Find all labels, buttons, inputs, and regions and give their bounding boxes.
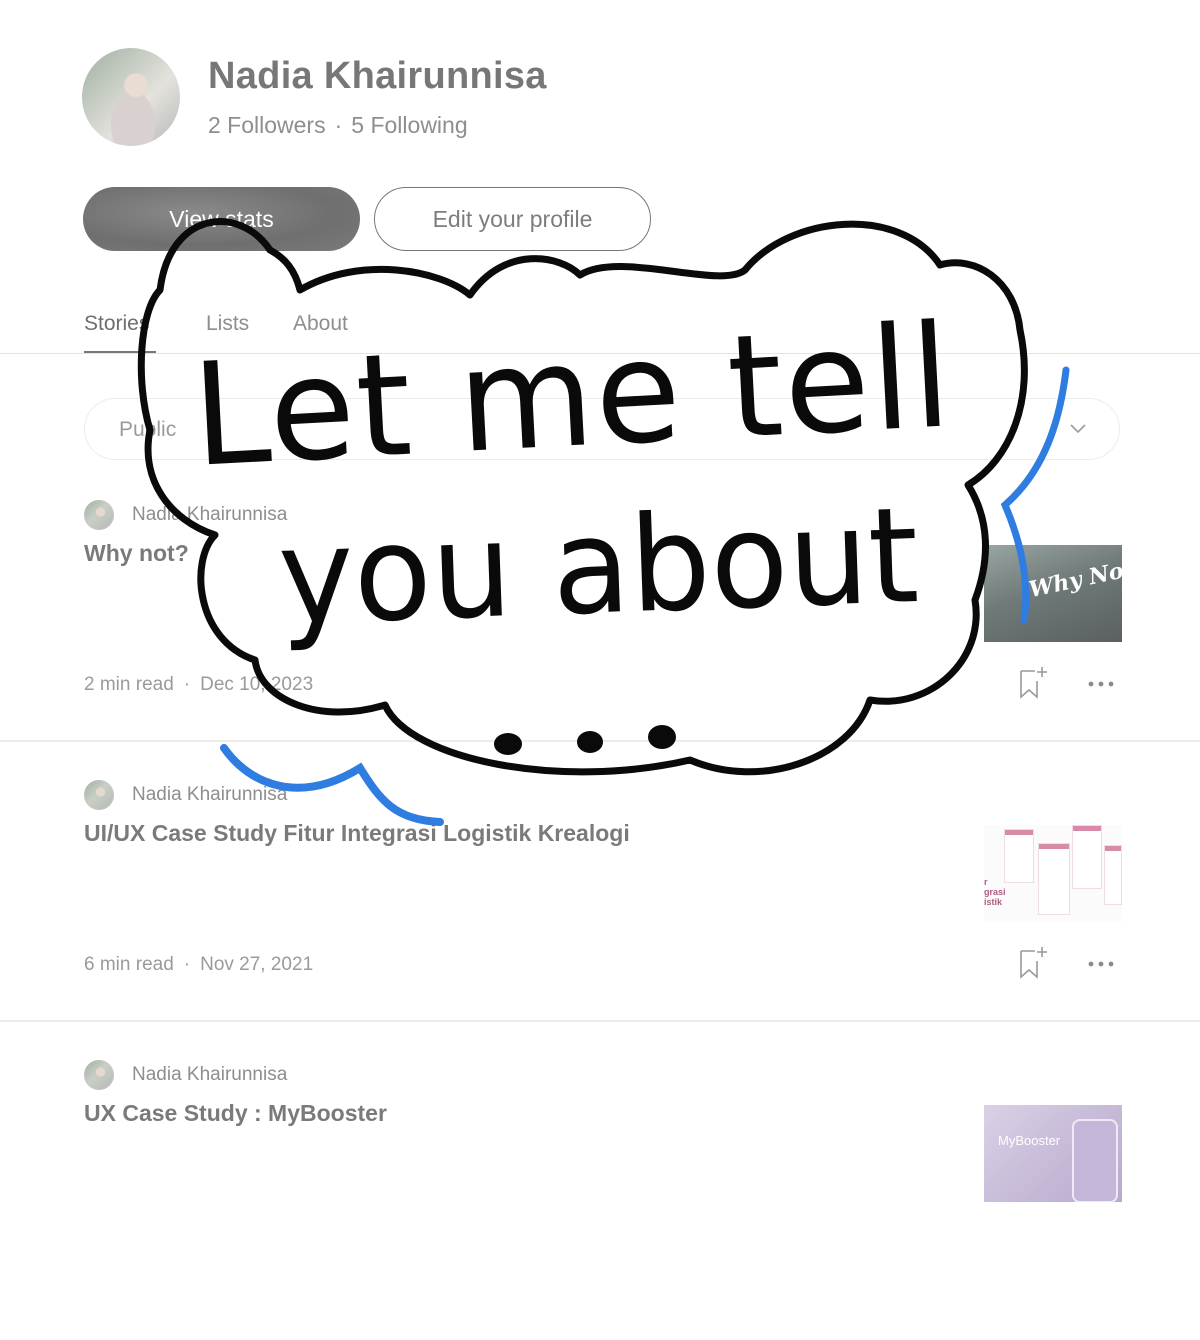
- tab-about[interactable]: About: [293, 312, 348, 336]
- follow-separator: ·: [334, 112, 343, 138]
- thumbnail-screen: [1104, 845, 1122, 905]
- thumbnail-text: r grasi istik: [984, 877, 1006, 907]
- story-title[interactable]: UI/UX Case Study Fitur Integrasi Logisti…: [84, 820, 630, 847]
- author-name: Nadia Khairunnisa: [132, 504, 288, 525]
- visibility-filter-dropdown[interactable]: Public: [84, 398, 1120, 460]
- story-thumbnail[interactable]: r grasi istik: [984, 825, 1122, 922]
- publish-date: Nov 27, 2021: [200, 954, 314, 975]
- chevron-down-icon: [1070, 424, 1086, 434]
- tab-stories[interactable]: Stories: [84, 312, 149, 336]
- story-card[interactable]: Nadia Khairunnisa UX Case Study : MyBoos…: [0, 1060, 1200, 1340]
- story-thumbnail[interactable]: Why Not?: [984, 545, 1122, 642]
- thumbnail-screen: [1038, 843, 1070, 915]
- story-author[interactable]: Nadia Khairunnisa: [84, 780, 287, 810]
- more-options-icon[interactable]: [1086, 954, 1116, 974]
- story-thumbnail[interactable]: MyBooster: [984, 1105, 1122, 1202]
- author-name: Nadia Khairunnisa: [132, 784, 288, 805]
- story-title[interactable]: Why not?: [84, 540, 189, 567]
- following-link[interactable]: 5 Following: [351, 112, 467, 138]
- profile-page: Nadia Khairunnisa 2 Followers · 5 Followin…: [0, 0, 1200, 1202]
- profile-tabs: Stories Lists About: [0, 308, 1200, 356]
- thumbnail-screen: [1072, 825, 1102, 889]
- followers-link[interactable]: 2 Followers: [208, 112, 326, 138]
- author-avatar: [84, 780, 114, 810]
- story-divider: [0, 740, 1200, 742]
- thumbnail-text: MyBooster: [998, 1133, 1061, 1148]
- profile-avatar[interactable]: [82, 48, 180, 146]
- thumbnail-text: Why Not?: [1026, 552, 1122, 604]
- story-meta: 6 min read · Nov 27, 2021: [84, 954, 313, 976]
- story-author[interactable]: Nadia Khairunnisa: [84, 1060, 287, 1090]
- read-time: 2 min read: [84, 674, 174, 695]
- story-card[interactable]: Nadia Khairunnisa Why not? Why Not? 2 mi…: [0, 500, 1200, 780]
- story-author[interactable]: Nadia Khairunnisa: [84, 500, 287, 530]
- follow-stats: 2 Followers · 5 Following: [208, 112, 468, 139]
- story-title[interactable]: UX Case Study : MyBooster: [84, 1100, 387, 1127]
- story-card[interactable]: Nadia Khairunnisa UI/UX Case Study Fitur…: [0, 780, 1200, 1060]
- profile-name: Nadia Khairunnisa: [208, 55, 547, 97]
- view-stats-button[interactable]: View stats: [83, 187, 360, 251]
- story-divider: [0, 1020, 1200, 1022]
- tabs-divider: [0, 353, 1200, 354]
- publish-date: Dec 10, 2023: [200, 674, 314, 695]
- read-time: 6 min read: [84, 954, 174, 975]
- story-meta: 2 min read · Dec 10, 2023: [84, 674, 313, 696]
- meta-separator: ·: [183, 674, 191, 695]
- author-name: Nadia Khairunnisa: [132, 1064, 288, 1085]
- filter-value: Public: [119, 418, 177, 441]
- tab-lists[interactable]: Lists: [206, 312, 249, 336]
- bookmark-add-icon[interactable]: [1018, 665, 1050, 699]
- author-avatar: [84, 500, 114, 530]
- thumbnail-screen: [1004, 829, 1034, 883]
- meta-separator: ·: [183, 954, 191, 975]
- bookmark-add-icon[interactable]: [1018, 945, 1050, 979]
- author-avatar: [84, 1060, 114, 1090]
- edit-profile-button[interactable]: Edit your profile: [374, 187, 651, 251]
- thumbnail-phone-mockup: [1072, 1119, 1118, 1202]
- more-options-icon[interactable]: [1086, 674, 1116, 694]
